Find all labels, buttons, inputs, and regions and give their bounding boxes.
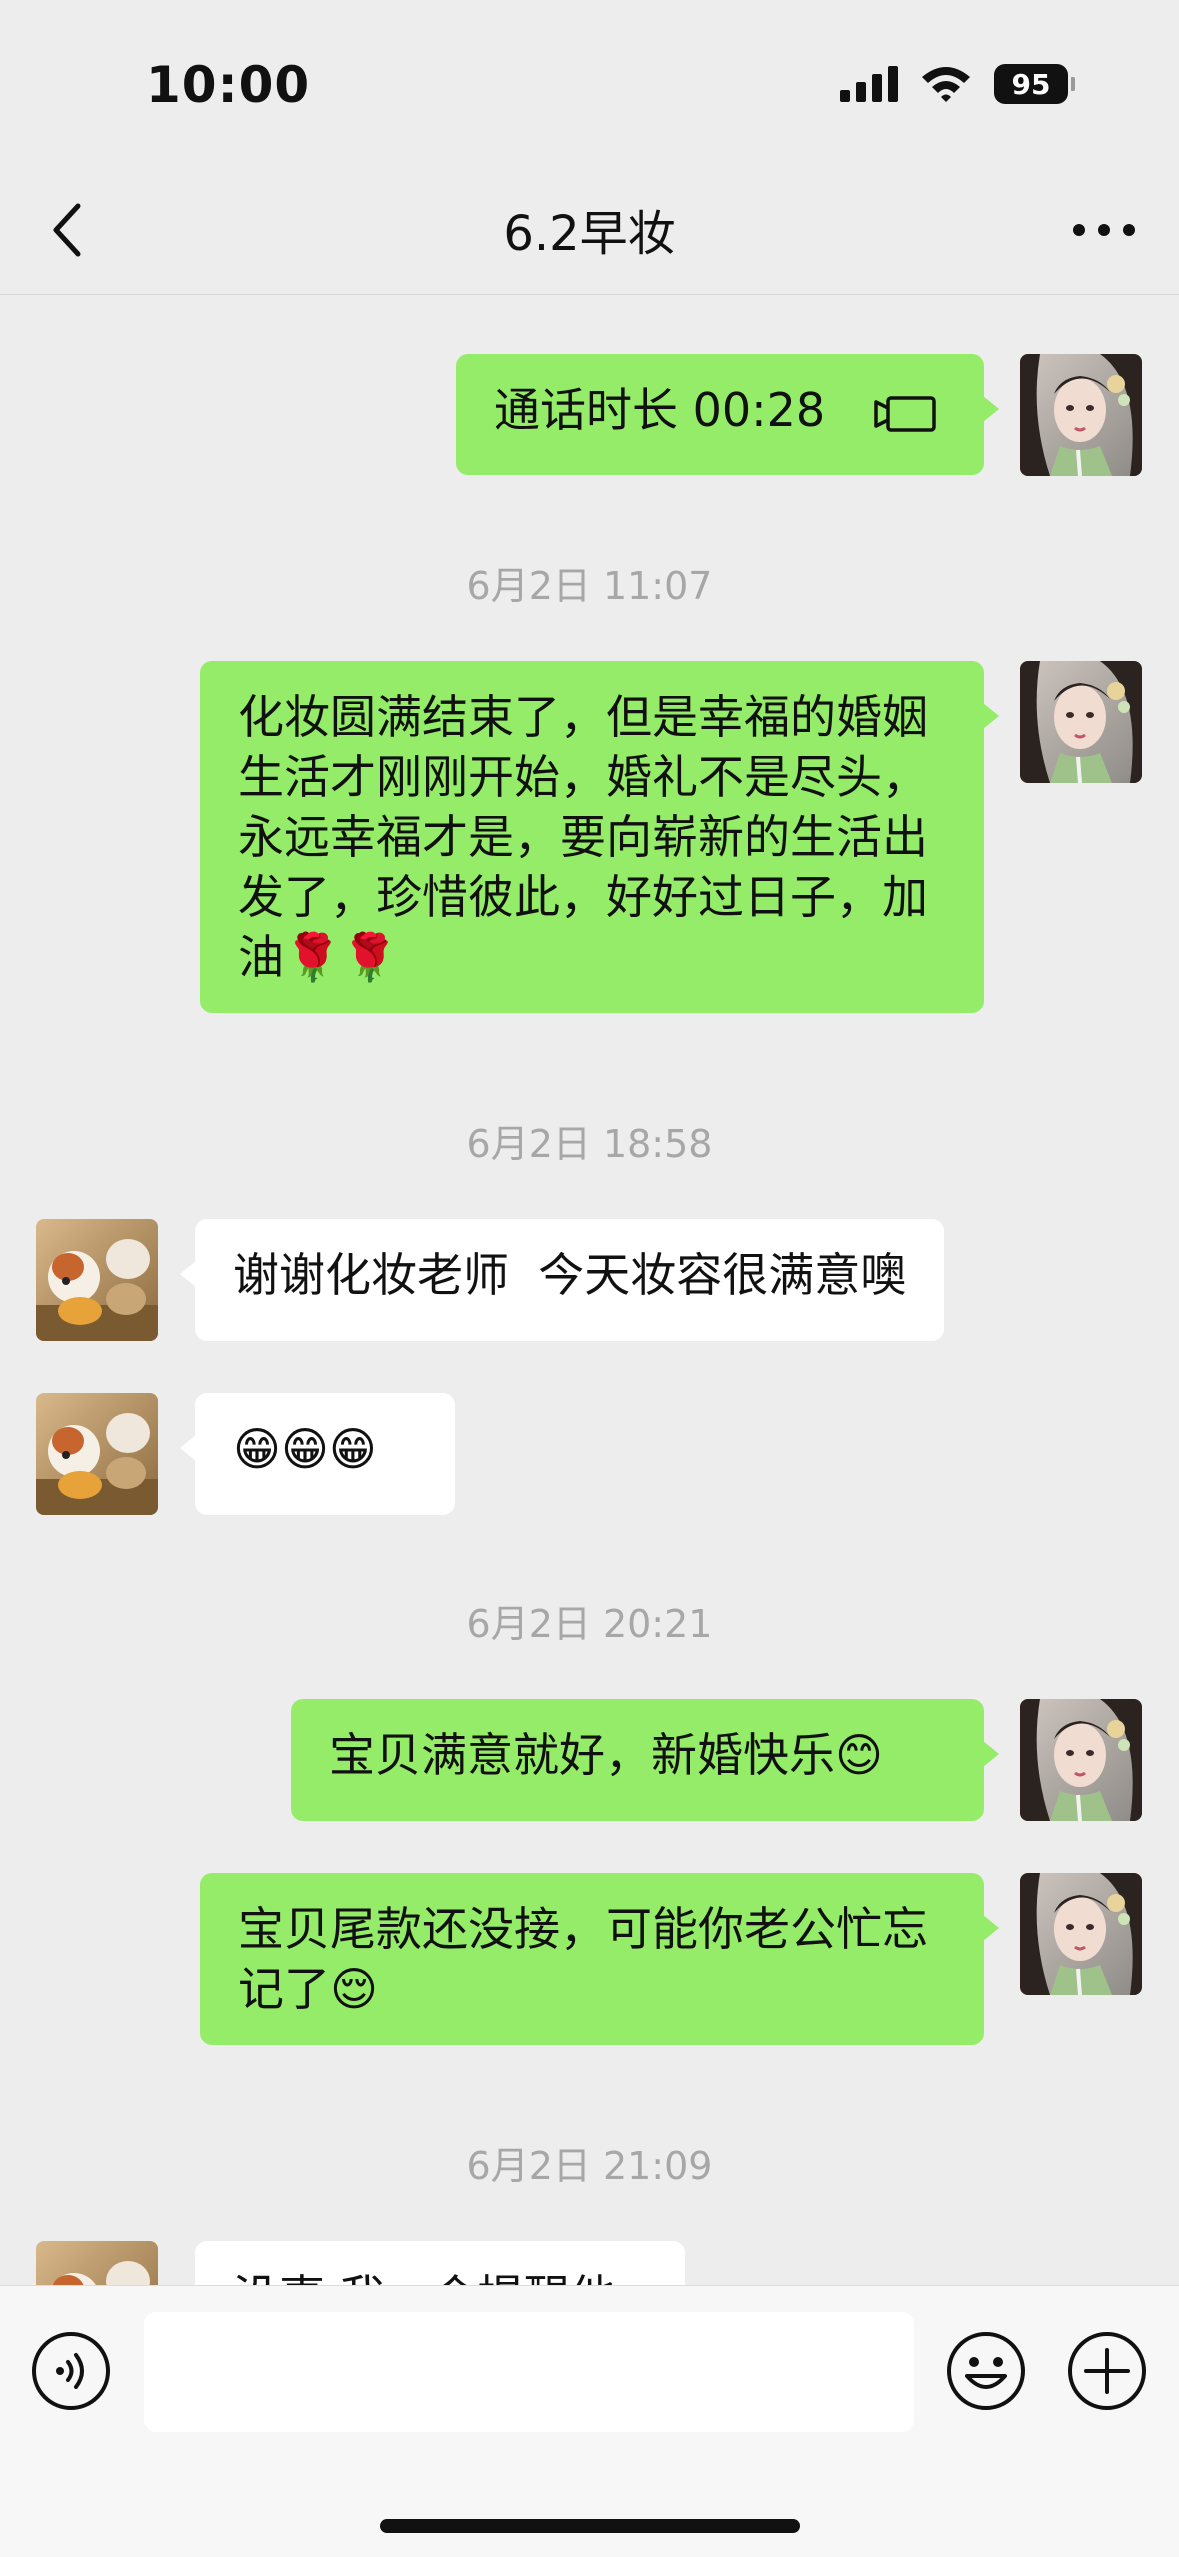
voice-icon[interactable] (30, 2330, 112, 2412)
emoji-icon[interactable] (945, 2330, 1027, 2412)
battery-icon: 95 (994, 64, 1075, 104)
my-avatar[interactable] (1020, 1873, 1142, 1995)
text-message-bubble[interactable]: 没事 我一会提醒他 (180, 2241, 685, 2285)
battery-level: 95 (994, 64, 1068, 104)
more-icon[interactable] (1069, 200, 1139, 260)
message-text: 谢谢化妆老师 今天妆容很满意噢 (233, 1248, 907, 1302)
signal-icon (840, 66, 898, 102)
emoji-message-bubble[interactable]: 😁😁😁 (180, 1393, 455, 1515)
plus-icon[interactable] (1066, 2330, 1148, 2412)
contact-avatar[interactable] (36, 1219, 158, 1341)
message-text: 宝贝满意就好，新婚快乐😊 (329, 1728, 883, 1782)
message-text: 宝贝尾款还没接，可能你老公忙忘记了😌 (238, 1902, 928, 2016)
my-avatar[interactable] (1020, 661, 1142, 783)
text-message-bubble[interactable]: 化妆圆满结束了，但是幸福的婚姻生活才刚刚开始，婚礼不是尽头，永远幸福才是，要向崭… (200, 661, 999, 1013)
timestamp: 6月2日 11:07 (466, 564, 713, 608)
my-avatar[interactable] (1020, 1699, 1142, 1821)
message-text: 没事 我一会提醒他 (233, 2267, 647, 2285)
video-call-icon (874, 395, 936, 432)
status-time: 10:00 (146, 56, 311, 114)
status-icons: 95 (840, 64, 1075, 104)
message-input[interactable] (144, 2312, 914, 2432)
wifi-icon (922, 67, 970, 102)
input-bar (0, 2285, 1179, 2557)
text-message-bubble[interactable]: 宝贝满意就好，新婚快乐😊 (291, 1699, 999, 1821)
my-avatar[interactable] (1020, 354, 1142, 476)
text-message-bubble[interactable]: 谢谢化妆老师 今天妆容很满意噢 (179, 1219, 945, 1341)
status-bar: 10:00 95 (0, 0, 1179, 172)
text-message-bubble[interactable]: 宝贝尾款还没接，可能你老公忙忘记了😌 (200, 1873, 999, 2045)
timestamp: 6月2日 20:21 (466, 1602, 713, 1646)
chat-title: 6.2早妆 (503, 206, 676, 262)
timestamp: 6月2日 18:58 (466, 1122, 713, 1166)
contact-avatar[interactable] (36, 1393, 158, 1515)
message-text: 😁😁😁 (233, 1422, 377, 1476)
home-indicator[interactable] (380, 2519, 800, 2533)
contact-avatar[interactable] (36, 2241, 158, 2285)
nav-bar: 6.2早妆 (0, 172, 1179, 295)
chat-area[interactable]: 通话时长 00:28 6月2日 11:07 化妆圆满结束了，但是幸福的婚姻生活才… (0, 295, 1179, 2285)
timestamp: 6月2日 21:09 (466, 2144, 713, 2188)
message-text: 化妆圆满结束了，但是幸福的婚姻生活才刚刚开始，婚礼不是尽头，永远幸福才是，要向崭… (238, 690, 928, 984)
call-message-bubble[interactable]: 通话时长 00:28 (456, 354, 999, 475)
call-duration-text: 通话时长 00:28 (494, 383, 826, 437)
